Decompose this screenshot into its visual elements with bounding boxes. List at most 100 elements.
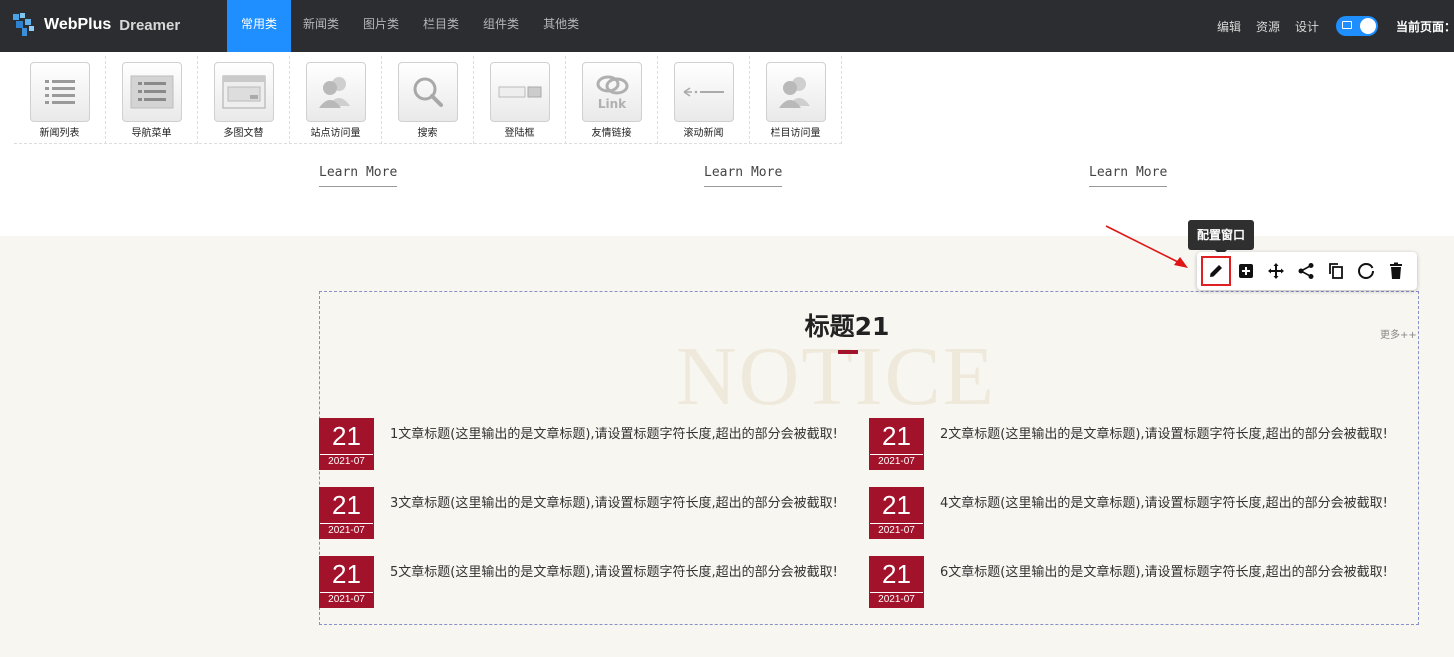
date-year-month: 2021-07 xyxy=(320,523,373,538)
article-item[interactable]: 21 2021-07 4文章标题(这里输出的是文章标题),请设置标题字符长度,超… xyxy=(869,487,1399,539)
widget-label: 多图文替 xyxy=(223,128,264,139)
article-item[interactable]: 21 2021-07 3文章标题(这里输出的是文章标题),请设置标题字符长度,超… xyxy=(319,487,849,539)
date-year-month: 2021-07 xyxy=(870,454,923,469)
date-badge: 21 2021-07 xyxy=(319,418,374,470)
tab-components[interactable]: 组件类 xyxy=(471,0,531,52)
date-day: 21 xyxy=(882,559,911,589)
article-title[interactable]: 3文章标题(这里输出的是文章标题),请设置标题字符长度,超出的部分会被截取! xyxy=(390,491,850,517)
top-bar: WebPlus Dreamer 常用类 新闻类 图片类 栏目类 组件类 其他类 … xyxy=(0,0,1454,52)
date-badge: 21 2021-07 xyxy=(869,556,924,608)
date-year-month: 2021-07 xyxy=(870,523,923,538)
date-day: 21 xyxy=(332,421,361,451)
logo-text: WebPlus xyxy=(44,16,112,33)
logo-subtitle: Dreamer xyxy=(119,16,181,34)
article-item[interactable]: 21 2021-07 5文章标题(这里输出的是文章标题),请设置标题字符长度,超… xyxy=(319,556,849,608)
tab-images[interactable]: 图片类 xyxy=(351,0,411,52)
article-title[interactable]: 4文章标题(这里输出的是文章标题),请设置标题字符长度,超出的部分会被截取! xyxy=(940,491,1400,517)
login-box-icon xyxy=(489,62,550,122)
widget-scroll-news[interactable]: 滚动新闻 xyxy=(658,56,750,144)
date-day: 21 xyxy=(882,490,911,520)
widget-nav-menu[interactable]: 导航菜单 xyxy=(106,56,198,144)
edit-button[interactable] xyxy=(1201,256,1231,286)
users-icon xyxy=(305,62,366,122)
scroll-news-icon xyxy=(673,62,734,122)
widget-news-list[interactable]: 新闻列表 xyxy=(14,56,106,144)
date-badge: 21 2021-07 xyxy=(319,556,374,608)
notice-title: 标题21 xyxy=(804,312,890,341)
move-button[interactable] xyxy=(1261,256,1291,286)
delete-icon xyxy=(1390,262,1402,279)
widget-label: 新闻列表 xyxy=(39,128,80,139)
widget-label: 站点访问量 xyxy=(310,128,361,139)
resources-menu[interactable]: 资源 xyxy=(1256,18,1280,35)
date-badge: 21 2021-07 xyxy=(869,418,924,470)
widget-multi-image[interactable]: 多图文替 xyxy=(198,56,290,144)
annotation-arrow xyxy=(1105,225,1188,268)
right-menu: 编辑 资源 设计 当前页面： xyxy=(1217,0,1454,52)
module-toolbar xyxy=(1197,252,1417,290)
title-underline xyxy=(838,350,858,354)
article-item[interactable]: 21 2021-07 6文章标题(这里输出的是文章标题),请设置标题字符长度,超… xyxy=(869,556,1399,608)
date-year-month: 2021-07 xyxy=(870,592,923,607)
learn-more-link[interactable]: Learn More xyxy=(319,165,398,187)
learn-more-link[interactable]: Learn More xyxy=(1089,165,1168,187)
logo-icon xyxy=(10,11,38,39)
widget-label: 导航菜单 xyxy=(131,128,172,139)
tab-other[interactable]: 其他类 xyxy=(531,0,591,52)
tab-common[interactable]: 常用类 xyxy=(227,0,291,52)
widget-friend-links[interactable]: Link 友情链接 xyxy=(566,56,658,144)
logo[interactable]: WebPlus Dreamer xyxy=(10,10,180,40)
add-button[interactable] xyxy=(1231,256,1261,286)
widget-search[interactable]: 搜索 xyxy=(382,56,474,144)
widget-site-visits[interactable]: 站点访问量 xyxy=(290,56,382,144)
current-page-label: 当前页面： xyxy=(1396,19,1454,34)
widget-label: 搜索 xyxy=(417,128,438,139)
article-title[interactable]: 1文章标题(这里输出的是文章标题),请设置标题字符长度,超出的部分会被截取! xyxy=(390,422,850,448)
widget-label: 登陆框 xyxy=(504,128,535,139)
widget-login-box[interactable]: 登陆框 xyxy=(474,56,566,144)
monitor-icon xyxy=(1342,21,1352,29)
link-icon: Link xyxy=(581,62,642,122)
article-item[interactable]: 21 2021-07 2文章标题(这里输出的是文章标题),请设置标题字符长度,超… xyxy=(869,418,1399,470)
share-button[interactable] xyxy=(1291,256,1321,286)
date-badge: 21 2021-07 xyxy=(869,487,924,539)
category-tabs: 常用类 新闻类 图片类 栏目类 组件类 其他类 xyxy=(227,0,591,52)
widget-palette: 新闻列表 导航菜单 多图文替 站点访问量 搜索 登陆框 Link 友情链接 滚动… xyxy=(14,56,842,144)
date-badge: 21 2021-07 xyxy=(319,487,374,539)
article-title[interactable]: 5文章标题(这里输出的是文章标题),请设置标题字符长度,超出的部分会被截取! xyxy=(390,560,850,586)
tab-columns[interactable]: 栏目类 xyxy=(411,0,471,52)
search-icon xyxy=(397,62,458,122)
more-link[interactable]: 更多++ xyxy=(1380,326,1417,341)
widget-column-visits[interactable]: 栏目访问量 xyxy=(750,56,842,144)
widget-label: 滚动新闻 xyxy=(683,128,724,139)
learn-more-link[interactable]: Learn More xyxy=(704,165,783,187)
svg-text:Link: Link xyxy=(597,97,626,111)
tooltip: 配置窗口 xyxy=(1188,220,1254,256)
design-menu[interactable]: 设计 xyxy=(1295,18,1319,35)
delete-button[interactable] xyxy=(1381,256,1411,286)
users-icon xyxy=(765,62,826,122)
date-year-month: 2021-07 xyxy=(320,454,373,469)
date-day: 21 xyxy=(882,421,911,451)
list-icon xyxy=(29,62,90,122)
add-box-icon xyxy=(1239,264,1253,278)
tab-news[interactable]: 新闻类 xyxy=(291,0,351,52)
refresh-icon xyxy=(1358,263,1374,279)
nav-menu-icon xyxy=(121,62,182,122)
article-item[interactable]: 21 2021-07 1文章标题(这里输出的是文章标题),请设置标题字符长度,超… xyxy=(319,418,849,470)
widget-label: 友情链接 xyxy=(591,128,632,139)
copy-icon xyxy=(1329,263,1343,279)
date-day: 21 xyxy=(332,490,361,520)
article-title[interactable]: 6文章标题(这里输出的是文章标题),请设置标题字符长度,超出的部分会被截取! xyxy=(940,560,1400,586)
copy-button[interactable] xyxy=(1321,256,1351,286)
article-title[interactable]: 2文章标题(这里输出的是文章标题),请设置标题字符长度,超出的部分会被截取! xyxy=(940,422,1400,448)
preview-toggle[interactable] xyxy=(1336,16,1378,36)
multi-image-icon xyxy=(213,62,274,122)
share-icon xyxy=(1298,263,1314,279)
edit-pencil-icon xyxy=(1210,265,1222,277)
date-year-month: 2021-07 xyxy=(320,592,373,607)
refresh-button[interactable] xyxy=(1351,256,1381,286)
edit-menu[interactable]: 编辑 xyxy=(1217,18,1241,35)
move-icon xyxy=(1268,263,1284,279)
date-day: 21 xyxy=(332,559,361,589)
